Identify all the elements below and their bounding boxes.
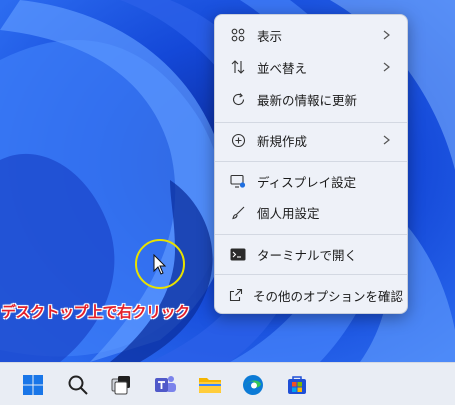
menu-item-more-options[interactable]: その他のオプションを確認: [219, 280, 403, 310]
refresh-icon: [229, 90, 247, 108]
menu-item-label: 最新の情報に更新: [257, 92, 358, 108]
windows-start-icon[interactable]: [20, 372, 46, 398]
display-settings-icon: [229, 172, 247, 190]
menu-item-refresh[interactable]: 最新の情報に更新: [219, 84, 403, 114]
brush-icon: [229, 203, 247, 221]
file-explorer-icon[interactable]: [197, 372, 223, 398]
share-icon: [229, 286, 243, 304]
plus-circle-icon: [229, 131, 247, 149]
task-view-icon[interactable]: [108, 372, 134, 398]
chevron-right-icon: [379, 62, 393, 72]
search-icon[interactable]: [65, 372, 91, 398]
menu-item-label: ターミナルで開く: [257, 247, 358, 263]
menu-item-view[interactable]: 表示: [219, 20, 403, 50]
taskbar: [0, 362, 455, 405]
edge-browser-icon[interactable]: [240, 372, 266, 398]
instruction-annotation: デスクトップ上で右クリック: [1, 303, 190, 321]
teams-chat-icon[interactable]: [152, 372, 178, 398]
menu-item-label: ディスプレイ設定: [257, 174, 357, 190]
menu-item-display-settings[interactable]: ディスプレイ設定: [219, 166, 403, 196]
menu-item-label: 個人用設定: [257, 205, 320, 221]
menu-item-label: その他のオプションを確認: [253, 288, 404, 304]
mouse-pointer-icon: [153, 253, 167, 280]
menu-item-sort[interactable]: 並べ替え: [219, 52, 403, 82]
menu-item-label: 新規作成: [257, 133, 308, 149]
menu-separator: [215, 161, 407, 162]
menu-separator: [215, 274, 407, 275]
menu-item-label: 表示: [257, 28, 283, 44]
menu-item-new[interactable]: 新規作成: [219, 125, 403, 155]
desktop-context-menu: 表示 並べ替え 最新の情報に更新 新規作成 ディスプレイ設定 個人用設定 ターミ…: [214, 14, 408, 314]
menu-item-label: 並べ替え: [257, 60, 308, 76]
terminal-icon: [229, 245, 247, 263]
sort-arrows-icon: [229, 58, 247, 76]
chevron-right-icon: [379, 135, 393, 145]
menu-item-personalize[interactable]: 個人用設定: [219, 197, 403, 227]
menu-separator: [215, 234, 407, 235]
grid-view-icon: [229, 26, 247, 44]
microsoft-store-icon[interactable]: [284, 372, 310, 398]
chevron-right-icon: [379, 30, 393, 40]
menu-item-open-terminal[interactable]: ターミナルで開く: [219, 239, 403, 269]
menu-separator: [215, 122, 407, 123]
